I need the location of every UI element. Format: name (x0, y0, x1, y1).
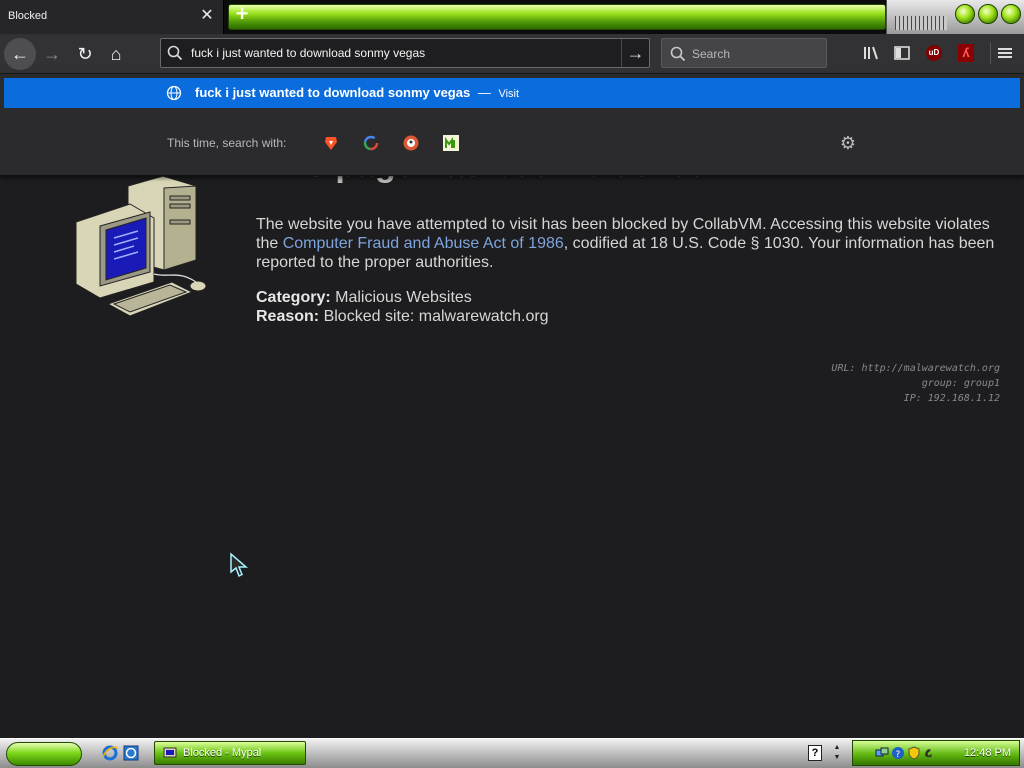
taskbar-button-mypal[interactable]: Blocked - Mypal (154, 741, 306, 765)
category-label: Category: (256, 289, 331, 306)
forward-button[interactable]: → (36, 38, 68, 70)
search-icon (167, 45, 183, 61)
screen: Blocked ✕ + ← → ↻ ⌂ fuck i just wanted t… (0, 0, 1024, 768)
tab-strip: Blocked ✕ + (0, 0, 1024, 34)
marginalia-search-icon[interactable] (442, 134, 460, 152)
security-shield-icon[interactable] (907, 746, 921, 760)
reload-button[interactable]: ↻ (69, 38, 101, 70)
sidebar-icon[interactable] (892, 43, 912, 63)
reason-row: Reason: Blocked site: malwarewatch.org (256, 307, 549, 326)
new-tab-button[interactable]: + (232, 3, 252, 27)
library-icon[interactable] (861, 43, 881, 63)
close-window-button[interactable] (1001, 4, 1021, 24)
grille-decoration (895, 16, 947, 30)
ublock-origin-icon[interactable]: uD (926, 45, 942, 61)
reason-label: Reason: (256, 308, 320, 325)
block-message: The website you have attempted to visit … (256, 215, 996, 272)
tab-bar-filler (228, 4, 886, 30)
toolbar-separator (990, 42, 991, 64)
system-tray: ? 12:48 PM (852, 740, 1020, 766)
start-button[interactable] (6, 742, 82, 766)
group-line: group: group1 (921, 378, 1000, 389)
tab-title: Blocked (8, 10, 48, 22)
go-button[interactable]: → (621, 39, 649, 67)
url-dropdown: fuck i just wanted to download sonmy veg… (0, 74, 1024, 176)
dialup-icon[interactable] (923, 746, 937, 760)
url-line: URL: http://malwarewatch.org (831, 363, 1000, 374)
url-bar[interactable]: fuck i just wanted to download sonmy veg… (160, 38, 650, 68)
internet-explorer-icon[interactable] (101, 744, 119, 762)
one-off-label: This time, search with: (167, 136, 287, 150)
search-input[interactable]: Search (692, 47, 730, 61)
suggestion-query: fuck i just wanted to download sonmy veg… (195, 85, 471, 100)
suggestion-separator: — (477, 85, 491, 100)
back-button[interactable]: ← (4, 38, 36, 70)
reason-value: Blocked site: malwarewatch.org (323, 308, 549, 325)
category-value: Malicious Websites (335, 289, 472, 306)
gear-icon[interactable]: ⚙ (838, 133, 858, 153)
suggestion-text: fuck i just wanted to download sonmy veg… (195, 85, 519, 100)
url-input[interactable]: fuck i just wanted to download sonmy veg… (191, 46, 425, 60)
window-controls (886, 0, 1024, 34)
home-button[interactable]: ⌂ (100, 38, 132, 70)
block-details: Category: Malicious Websites Reason: Blo… (256, 288, 549, 326)
hamburger-menu-icon[interactable] (995, 43, 1015, 63)
help-icon[interactable]: ? (808, 745, 822, 761)
category-row: Category: Malicious Websites (256, 288, 549, 307)
mouse-cursor-icon (230, 552, 249, 578)
maximize-button[interactable] (978, 4, 998, 24)
suggestion-action: Visit (498, 88, 520, 100)
request-info: URL: http://malwarewatch.org group: grou… (831, 361, 1000, 406)
taskbar-button-label: Blocked - Mypal (183, 747, 262, 759)
globe-icon (166, 85, 182, 101)
computer-illustration (75, 175, 207, 317)
tab-blocked[interactable]: Blocked ✕ (0, 0, 224, 34)
svg-text:?: ? (896, 750, 901, 760)
red-extension-icon[interactable]: ʎ (958, 44, 974, 62)
network-icon[interactable] (875, 746, 889, 760)
tray-expand-icon[interactable]: ▲ ▼ (832, 743, 842, 763)
suggestion-visit[interactable]: fuck i just wanted to download sonmy veg… (4, 78, 1020, 108)
search-icon (670, 46, 686, 62)
search-bar[interactable]: Search (661, 38, 827, 68)
ip-line: IP: 192.168.1.12 (903, 393, 1000, 404)
google-search-icon[interactable] (362, 134, 380, 152)
help-center-icon[interactable]: ? (891, 746, 905, 760)
minimize-button[interactable] (955, 4, 975, 24)
close-icon[interactable]: ✕ (200, 7, 214, 25)
mypal-icon (163, 747, 177, 758)
browser-quicklaunch-icon[interactable] (122, 744, 140, 762)
cfaa-link[interactable]: Computer Fraud and Abuse Act of 1986 (283, 235, 564, 252)
brave-search-icon[interactable] (322, 134, 340, 152)
clock: 12:48 PM (963, 747, 1011, 759)
duckduckgo-icon[interactable] (402, 134, 420, 152)
